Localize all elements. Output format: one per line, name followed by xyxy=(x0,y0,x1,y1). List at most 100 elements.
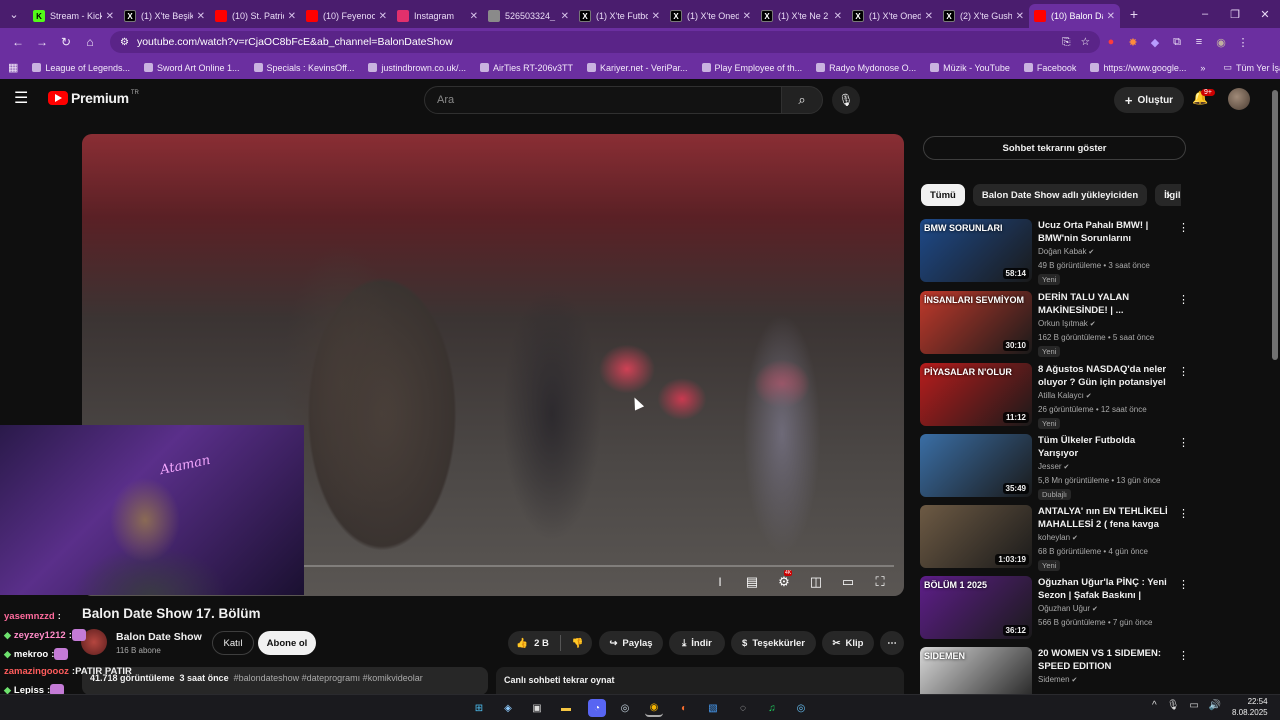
tab-close-icon[interactable]: ✕ xyxy=(106,11,114,22)
scrollbar-thumb[interactable] xyxy=(1272,90,1278,360)
browser-tab[interactable]: X (1) X'te Ne 2 ✕ xyxy=(756,4,847,28)
tab-close-icon[interactable]: ✕ xyxy=(561,11,569,22)
create-button[interactable]: + Oluştur xyxy=(1114,87,1184,113)
voice-search-button[interactable]: 🎙 xyxy=(832,86,860,114)
bookmark-star-icon[interactable]: ☆ xyxy=(1081,36,1090,48)
share-button[interactable]: ↪ Paylaş xyxy=(599,631,663,655)
more-bookmarks-icon[interactable]: » xyxy=(1200,63,1205,73)
tab-close-icon[interactable]: ✕ xyxy=(379,11,387,22)
dislike-button[interactable]: 👎 xyxy=(572,638,584,649)
reload-icon[interactable]: ↻ xyxy=(54,30,78,54)
like-button[interactable]: 👍 2 B xyxy=(516,638,549,649)
more-vertical-icon[interactable]: ⋮ xyxy=(1178,507,1189,520)
browser-tab[interactable]: K Stream - Kick ✕ xyxy=(28,4,119,28)
photos-icon[interactable]: ▧ xyxy=(704,699,722,717)
youtube-premium-logo[interactable]: Premium TR xyxy=(48,90,139,106)
new-tab-button[interactable]: + xyxy=(1120,0,1148,28)
chat-username[interactable]: zamazingoooz xyxy=(4,666,69,677)
url-input[interactable]: ⚙ youtube.com/watch?v=rCjaOC8bFcE&ab_cha… xyxy=(110,31,1100,53)
browser-tab[interactable]: (10) St. Patrick ✕ xyxy=(210,4,301,28)
settings-gear-icon[interactable]: ⚙ 4K xyxy=(774,570,794,590)
video-thumbnail[interactable]: BMW SORUNLARI 58:14 xyxy=(920,219,1032,282)
subscribe-button[interactable]: Abone ol xyxy=(258,631,316,655)
tab-close-icon[interactable]: ✕ xyxy=(1107,11,1115,22)
recommended-title[interactable]: 20 WOMEN VS 1 SIDEMEN: SPEED EDITION xyxy=(1038,647,1170,673)
extensions-puzzle-icon[interactable]: ⧉ xyxy=(1166,31,1188,53)
hashtags[interactable]: #balondateshow #dateprogramı #komikvideo… xyxy=(234,673,423,683)
chevron-right-icon[interactable]: › xyxy=(1166,187,1170,202)
bookmark-item[interactable]: AirTies RT-206v3TT xyxy=(479,63,573,73)
miniplayer-icon[interactable]: ◫ xyxy=(806,574,826,590)
search-input[interactable]: Ara xyxy=(424,86,782,114)
video-thumbnail[interactable]: BÖLÜM 1 2025 36:12 xyxy=(920,576,1032,639)
recommended-channel[interactable]: Sidemen ✔ xyxy=(1038,675,1077,684)
filter-chip[interactable]: Tümü xyxy=(921,184,965,206)
start-windows-icon[interactable]: ⊞ xyxy=(470,699,488,717)
autoplay-toggle[interactable]: ⏽ xyxy=(710,574,730,590)
bookmark-item[interactable]: Specials : KevinsOff... xyxy=(253,63,354,73)
recommended-video[interactable]: BÖLÜM 1 2025 36:12 Oğuzhan Uğur'la PİNÇ : … xyxy=(920,576,1189,640)
account-avatar[interactable] xyxy=(1228,88,1250,110)
apps-grid-icon[interactable]: ▦ xyxy=(8,61,18,74)
bookmark-item[interactable]: Sword Art Online 1... xyxy=(143,63,240,73)
recommended-video[interactable]: 1:03:19 ANTALYA' nın EN TEHLİKELİ MAHALLE… xyxy=(920,505,1189,571)
extension-icon[interactable]: ◆ xyxy=(1144,31,1166,53)
profile-avatar[interactable]: ◉ xyxy=(1210,31,1232,53)
subtitles-icon[interactable]: ▤ xyxy=(742,574,762,590)
minimize-icon[interactable]: – xyxy=(1190,8,1220,20)
tab-close-icon[interactable]: ✕ xyxy=(834,11,842,22)
forward-icon[interactable]: → xyxy=(30,30,54,54)
chat-username[interactable]: zeyzey1212 xyxy=(14,630,66,641)
chat-username[interactable]: yasemnzzd xyxy=(4,611,55,622)
recommended-channel[interactable]: Atilla Kalaycı ✔ xyxy=(1038,391,1092,400)
steam-icon[interactable]: ◎ xyxy=(616,699,634,717)
extension-icon[interactable]: ● xyxy=(1100,31,1122,53)
bookmark-item[interactable]: Play Employee of th... xyxy=(701,63,802,73)
install-app-icon[interactable]: ⎘ xyxy=(1062,36,1070,49)
tab-close-icon[interactable]: ✕ xyxy=(197,11,205,22)
bookmark-item[interactable]: Radyo Mydonose O... xyxy=(816,63,916,73)
browser-tab[interactable]: X (1) X'te Onedio ✕ xyxy=(665,4,756,28)
recommended-video[interactable]: BMW SORUNLARI 58:14 Ucuz Orta Pahalı BMW! … xyxy=(920,219,1189,285)
more-vertical-icon[interactable]: ⋮ xyxy=(1178,365,1189,378)
chrome-icon[interactable]: ◉ xyxy=(645,699,663,717)
spotify-icon[interactable]: ♫ xyxy=(763,699,781,717)
video-thumbnail[interactable]: İNSANLARI SEVMİYOM 30:10 xyxy=(920,291,1032,354)
recommended-title[interactable]: DERİN TALU YALAN MAKİNESİNDE! | ... xyxy=(1038,291,1170,317)
video-thumbnail[interactable]: PİYASALAR N'OLUR 11:12 xyxy=(920,363,1032,426)
tab-close-icon[interactable]: ✕ xyxy=(925,11,933,22)
tab-close-icon[interactable]: ✕ xyxy=(470,11,478,22)
tab-close-icon[interactable]: ✕ xyxy=(1016,11,1024,22)
steam-icon[interactable]: ◎ xyxy=(792,699,810,717)
filter-chip[interactable]: Balon Date Show adlı yükleyiciden xyxy=(972,184,1148,206)
recommended-title[interactable]: Ucuz Orta Pahalı BMW! | BMW'nin Sorunlar… xyxy=(1038,219,1170,246)
bookmark-item[interactable]: Facebook xyxy=(1023,63,1076,73)
display-icon[interactable]: ▭ xyxy=(1189,700,1198,711)
recommended-title[interactable]: 8 Ağustos NASDAQ'da neler oluyor ? Gün i… xyxy=(1038,363,1170,390)
show-chat-replay-button[interactable]: Sohbet tekrarını göster xyxy=(923,136,1186,160)
recommended-channel[interactable]: Jesser ✔ xyxy=(1038,462,1069,471)
home-icon[interactable]: ⌂ xyxy=(78,30,102,54)
browser-tab[interactable]: X (1) X'te Futbol ✕ xyxy=(574,4,665,28)
recommended-title[interactable]: ANTALYA' nın EN TEHLİKELİ MAHALLESİ 2 ( … xyxy=(1038,505,1170,532)
bookmark-item[interactable]: Kariyer.net - VeriPar... xyxy=(586,63,688,73)
channel-name[interactable]: Balon Date Show xyxy=(116,631,202,643)
reading-list-icon[interactable]: ≡ xyxy=(1188,31,1210,53)
video-thumbnail[interactable]: 1:03:19 xyxy=(920,505,1032,568)
extension-icon[interactable]: ✸ xyxy=(1122,31,1144,53)
description-box[interactable]: 41.718 görüntüleme 3 saat önce #balondat… xyxy=(82,667,488,695)
theater-mode-icon[interactable]: ▭ xyxy=(838,574,858,590)
more-vertical-icon[interactable]: ⋮ xyxy=(1178,578,1189,591)
recommended-video[interactable]: 35:49 Tüm Ülkeler Futbolda Yarışıyor Jesse… xyxy=(920,434,1189,500)
browser-tab[interactable]: (10) Balon Date ✕ xyxy=(1029,4,1120,28)
recommended-channel[interactable]: Orkun Işıtmak ✔ xyxy=(1038,319,1096,328)
github-icon[interactable]: ◌ xyxy=(734,699,752,717)
browser-tab[interactable]: X (2) X'te Gusht ✕ xyxy=(938,4,1029,28)
recommended-channel[interactable]: Doğan Kabak ✔ xyxy=(1038,247,1094,256)
thanks-button[interactable]: $ Teşekkürler xyxy=(731,631,816,655)
back-icon[interactable]: ← xyxy=(6,30,30,54)
more-vertical-icon[interactable]: ⋮ xyxy=(1178,436,1189,449)
restore-icon[interactable]: ❐ xyxy=(1220,8,1250,21)
fullscreen-icon[interactable]: ⛶ xyxy=(870,574,890,590)
browser-tab[interactable]: X (1) X'te Beşiktaş ✕ xyxy=(119,4,210,28)
